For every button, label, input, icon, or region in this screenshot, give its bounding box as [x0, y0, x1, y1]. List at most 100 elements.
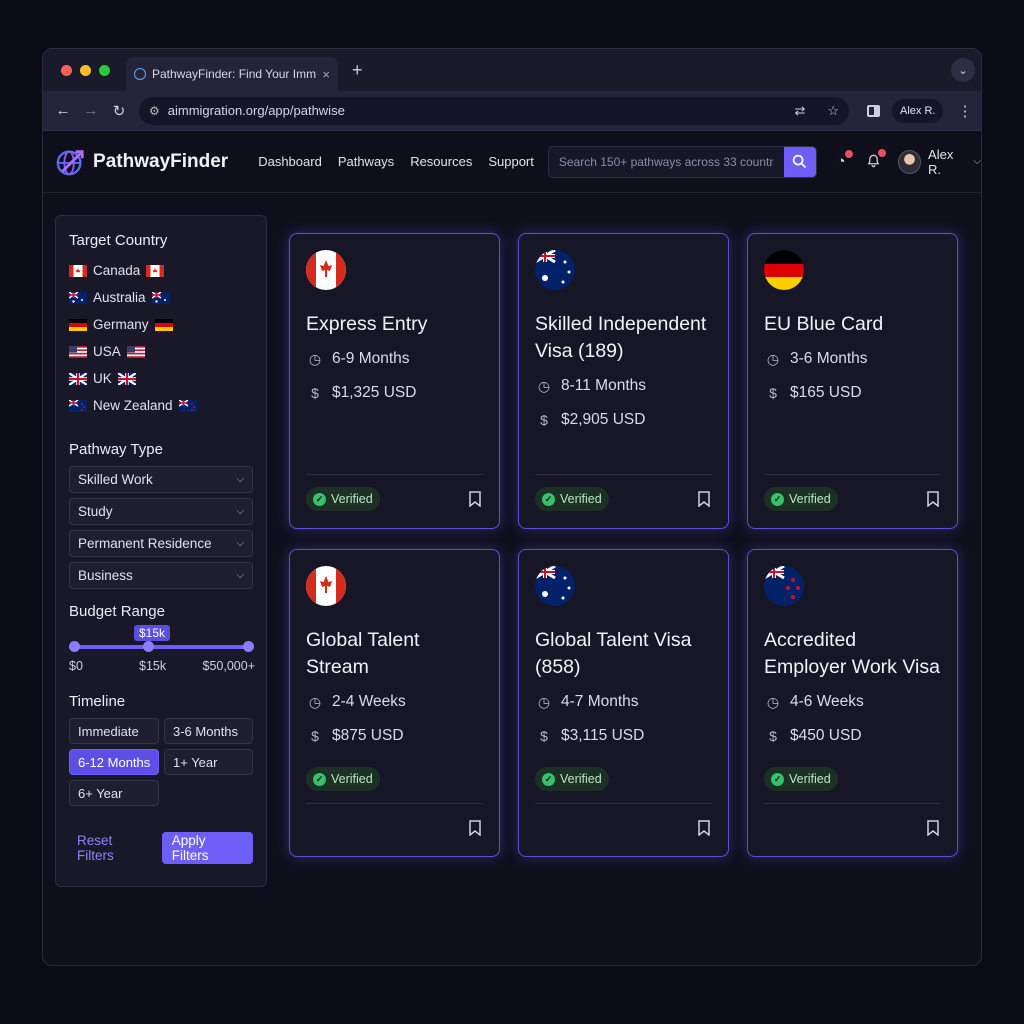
budget-slider-min-handle[interactable]: [69, 641, 80, 652]
cost-value: $1,325 USD: [332, 384, 417, 401]
reload-icon[interactable]: ↻: [105, 102, 133, 120]
cost-row: $ $1,325 USD: [306, 380, 483, 406]
browser-tab[interactable]: PathwayFinder: Find Your Immigr ×: [126, 57, 338, 91]
germany-flag-icon: [69, 318, 87, 331]
country-option-usa[interactable]: USA: [69, 338, 253, 365]
pathway-select-skilled-work[interactable]: Skilled Work ⌵: [69, 466, 253, 493]
pathway-select-business[interactable]: Business ⌵: [69, 562, 253, 589]
bookmark-icon[interactable]: [698, 820, 710, 836]
nav-support[interactable]: Support: [488, 154, 534, 169]
timeline-chip-3-6-months[interactable]: 3-6 Months: [164, 718, 253, 744]
status-label: Verified: [560, 492, 602, 506]
country-option-canada[interactable]: Canada: [69, 257, 253, 284]
budget-slider-max-handle[interactable]: [243, 641, 254, 652]
select-label: Permanent Residence: [78, 536, 212, 551]
main-nav: Dashboard Pathways Resources Support: [258, 154, 534, 169]
cost-row: $ $875 USD: [306, 723, 483, 749]
back-icon[interactable]: ←: [49, 102, 77, 119]
timeline-options: Immediate 3-6 Months 6-12 Months 1+ Year…: [69, 718, 253, 806]
pathway-card[interactable]: Skilled Independent Visa (189) ◷ 8-11 Mon…: [518, 233, 729, 529]
site-settings-icon[interactable]: ⚙: [149, 104, 160, 118]
duration-row: ◷ 8-11 Months: [535, 373, 712, 399]
clock-icon: ◷: [308, 693, 322, 710]
cost-row: $ $2,905 USD: [535, 407, 712, 433]
money-bag-icon: $: [311, 728, 319, 744]
card-divider: [764, 474, 941, 475]
timeline-chip-1-year[interactable]: 1+ Year: [164, 749, 253, 775]
reset-filters-button[interactable]: Reset Filters: [77, 833, 150, 863]
close-window-button[interactable]: [61, 64, 72, 76]
timeline-chip-immediate[interactable]: Immediate: [69, 718, 159, 744]
star-icon[interactable]: ☆: [827, 103, 839, 119]
clock-icon: ◷: [537, 377, 551, 394]
timeline-chip-6-year[interactable]: 6+ Year: [69, 780, 159, 806]
duration-value: 4-6 Weeks: [790, 693, 864, 710]
chevron-down-icon[interactable]: ⌵: [973, 156, 981, 167]
country-option-australia[interactable]: Australia: [69, 284, 253, 311]
more-menu-icon[interactable]: ⋮: [957, 102, 972, 120]
nav-dashboard[interactable]: Dashboard: [258, 154, 322, 169]
bookmark-icon[interactable]: [698, 491, 710, 507]
side-panel-icon[interactable]: [867, 104, 880, 117]
duration-row: ◷ 2-4 Weeks: [306, 689, 483, 715]
bookmark-icon[interactable]: [927, 491, 939, 507]
close-tab-icon[interactable]: ×: [322, 67, 330, 82]
translate-icon[interactable]: ⇄: [794, 103, 805, 119]
uk-flag-icon: [69, 372, 87, 385]
country-option-uk[interactable]: UK: [69, 365, 253, 392]
check-icon: ✓: [542, 492, 555, 506]
duration-row: ◷ 4-7 Months: [535, 689, 712, 715]
url-field[interactable]: ⚙ aimmigration.org/app/pathwise ⇄ ☆: [139, 96, 849, 125]
search-input[interactable]: [548, 146, 784, 177]
new-tab-button[interactable]: +: [352, 60, 363, 81]
check-icon: ✓: [771, 772, 784, 786]
country-option-germany[interactable]: Germany: [69, 311, 253, 338]
filter-sidebar: Target Country Canada Australia Germany …: [55, 215, 267, 887]
budget-slider-track[interactable]: [74, 645, 252, 649]
money-bag-icon: $: [540, 412, 548, 428]
user-name[interactable]: Alex R.: [928, 147, 967, 177]
pathway-type-heading: Pathway Type: [69, 441, 163, 458]
avatar[interactable]: [898, 149, 922, 174]
duration-row: ◷ 4-6 Weeks: [764, 689, 941, 715]
duration-row: ◷ 6-9 Months: [306, 346, 483, 372]
search-button[interactable]: [783, 146, 816, 177]
bookmark-icon[interactable]: [927, 820, 939, 836]
pathway-card[interactable]: Express Entry ◷ 6-9 Months $ $1,325 USD ✓ V…: [289, 233, 500, 529]
timeline-chip-6-12-months[interactable]: 6-12 Months: [69, 749, 159, 775]
cost-value: $165 USD: [790, 384, 862, 401]
pathway-title: Accredited Employer Work Visa: [764, 629, 940, 678]
pathway-card[interactable]: Global Talent Stream ◷ 2-4 Weeks $ $875 US…: [289, 549, 500, 857]
globe-icon: [134, 68, 146, 80]
pathway-select-permanent-residence[interactable]: Permanent Residence ⌵: [69, 530, 253, 557]
duration-value: 8-11 Months: [561, 377, 647, 394]
minimize-window-button[interactable]: [80, 64, 91, 76]
profile-button[interactable]: Alex R.: [892, 98, 944, 123]
bookmark-icon[interactable]: [469, 491, 481, 507]
bell-icon[interactable]: [865, 148, 887, 172]
pathway-card[interactable]: Global Talent Visa (858) ◷ 4-7 Months $ $3…: [518, 549, 729, 857]
nav-pathways[interactable]: Pathways: [338, 154, 394, 169]
country-option-new-zealand[interactable]: New Zealand: [69, 392, 253, 419]
nav-resources[interactable]: Resources: [410, 154, 472, 169]
tab-search-button[interactable]: ⌄: [951, 58, 975, 82]
clock-icon: ◷: [766, 350, 780, 367]
pathway-title: Global Talent Stream: [306, 629, 420, 678]
australia-flag-icon: [69, 291, 87, 304]
australia-flag-icon: [534, 248, 575, 290]
pathway-card[interactable]: EU Blue Card ◷ 3-6 Months $ $165 USD ✓ Veri…: [747, 233, 958, 529]
messages-icon[interactable]: ◔: [833, 150, 854, 170]
pathway-card[interactable]: Accredited Employer Work Visa ◷ 4-6 Weeks…: [747, 549, 958, 857]
status-label: Verified: [789, 492, 831, 506]
verified-badge: ✓ Verified: [306, 767, 380, 791]
duration-value: 6-9 Months: [332, 350, 410, 367]
card-divider: [535, 803, 712, 804]
select-label: Study: [78, 504, 113, 519]
budget-slider-handle[interactable]: [143, 641, 154, 652]
pathway-select-study[interactable]: Study ⌵: [69, 498, 253, 525]
forward-icon[interactable]: →: [77, 102, 105, 119]
maximize-window-button[interactable]: [99, 64, 110, 76]
apply-filters-button[interactable]: Apply Filters: [161, 832, 253, 864]
bookmark-icon[interactable]: [469, 820, 481, 836]
status-label: Verified: [560, 772, 602, 786]
